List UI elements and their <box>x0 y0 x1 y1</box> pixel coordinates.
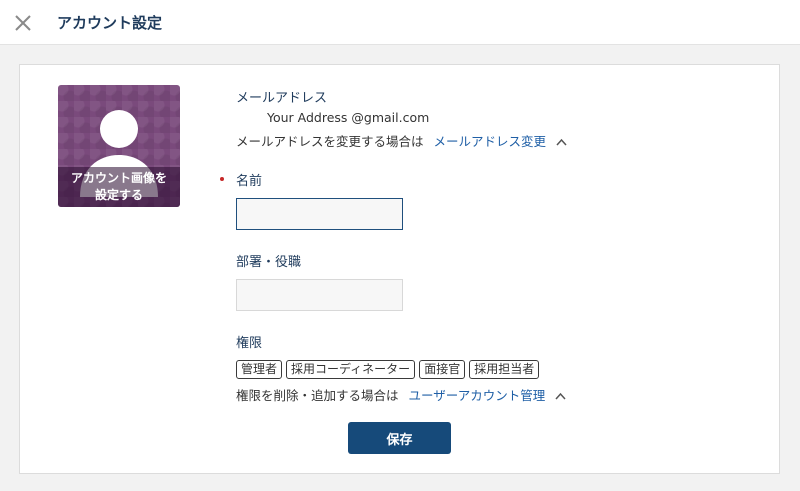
page-title: アカウント設定 <box>57 14 163 32</box>
close-icon[interactable] <box>12 12 34 34</box>
email-change-link[interactable]: メールアドレス変更 <box>434 134 547 149</box>
name-label: 名前 <box>236 174 263 189</box>
email-label: メールアドレス <box>236 91 328 106</box>
permission-tag: 採用担当者 <box>469 360 540 379</box>
avatar-label: アカウント画像を 設定する <box>58 167 180 207</box>
permissions-change-prefix: 権限を削除・追加する場合は <box>236 388 399 403</box>
account-settings-card: アカウント画像を 設定する メールアドレス Your Address @gmai… <box>19 64 780 474</box>
email-change-prefix: メールアドレスを変更する場合は <box>236 134 424 149</box>
permission-tags: 管理者 採用コーディネーター 面接官 採用担当者 <box>236 360 540 379</box>
avatar-upload-button[interactable]: アカウント画像を 設定する <box>58 85 180 207</box>
name-input[interactable] <box>236 198 403 230</box>
department-input[interactable] <box>236 279 403 311</box>
department-label: 部署・役職 <box>236 255 302 270</box>
chevron-up-icon <box>556 134 567 149</box>
permission-tag: 管理者 <box>236 360 283 379</box>
chevron-up-icon <box>555 388 566 403</box>
save-button[interactable]: 保存 <box>348 422 451 454</box>
permissions-label: 権限 <box>236 336 263 351</box>
permission-tag: 面接官 <box>419 360 466 379</box>
user-account-management-link[interactable]: ユーザーアカウント管理 <box>409 388 546 403</box>
header-bar: アカウント設定 <box>0 0 800 45</box>
required-indicator <box>220 177 224 181</box>
permission-tag: 採用コーディネーター <box>286 360 416 379</box>
email-value: Your Address @gmail.com <box>267 110 430 125</box>
email-change-row: メールアドレスを変更する場合は メールアドレス変更 <box>236 131 567 150</box>
permissions-change-row: 権限を削除・追加する場合は ユーザーアカウント管理 <box>236 385 566 404</box>
